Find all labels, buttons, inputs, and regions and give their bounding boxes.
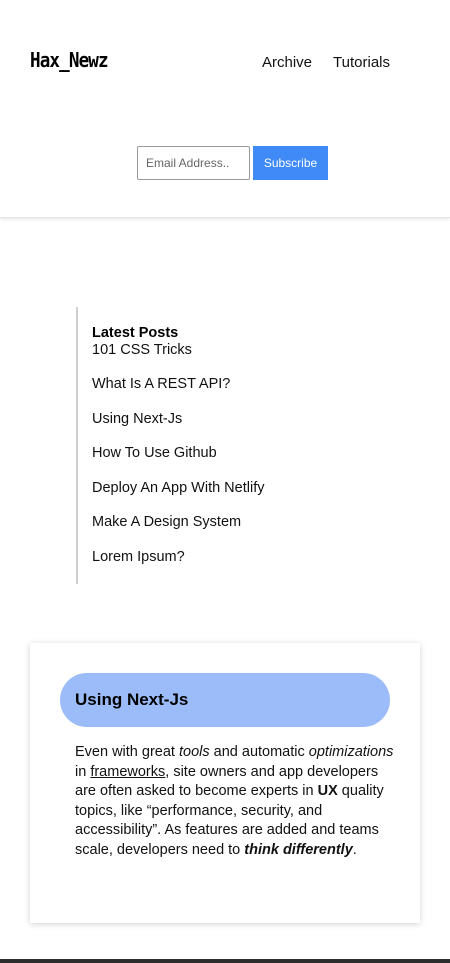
subscribe-button[interactable]: Subscribe — [253, 146, 328, 180]
subscribe-form: Subscribe — [137, 146, 328, 180]
post-link[interactable]: Using Next-Js — [92, 410, 264, 445]
body-text: and automatic — [209, 744, 309, 760]
article-card: Using Next-Js Even with great tools and … — [30, 643, 420, 923]
post-link[interactable]: Deploy An App With Netlify — [92, 479, 264, 514]
emphasis-optimizations: optimizations — [308, 744, 394, 760]
strong-think-differently: think differently — [244, 841, 353, 858]
main-nav: Archive Tutorials — [262, 54, 390, 71]
post-link[interactable]: Make A Design System — [92, 513, 264, 548]
latest-posts-title: Latest Posts — [92, 325, 179, 341]
body-text: Even with great — [75, 744, 179, 760]
nav-link-archive[interactable]: Archive — [262, 54, 312, 71]
strong-ux: UX — [317, 783, 338, 799]
email-input[interactable] — [137, 146, 250, 180]
bottom-bar — [0, 959, 450, 963]
body-text: in — [75, 763, 91, 780]
body-text: . — [352, 841, 357, 858]
site-logo[interactable]: Hax_Newz — [30, 48, 109, 72]
posts-list: 101 CSS Tricks What Is A REST API? Using… — [92, 341, 264, 583]
emphasis-tools: tools — [178, 744, 210, 760]
post-link[interactable]: 101 CSS Tricks — [92, 341, 264, 375]
post-link[interactable]: How To Use Github — [92, 444, 264, 479]
nav-link-tutorials[interactable]: Tutorials — [333, 54, 390, 71]
frameworks-link[interactable]: frameworks — [90, 764, 165, 780]
site-header: Hax_Newz Archive Tutorials Subscribe — [0, 0, 450, 218]
article-title: Using Next-Js — [75, 690, 189, 709]
article-title-pill: Using Next-Js — [60, 673, 390, 727]
latest-posts: Latest Posts 101 CSS Tricks What Is A RE… — [76, 307, 264, 584]
post-link[interactable]: What Is A REST API? — [92, 375, 264, 410]
post-link[interactable]: Lorem Ipsum? — [92, 548, 264, 583]
article-body: Even with great tools and automatic opti… — [75, 743, 395, 860]
